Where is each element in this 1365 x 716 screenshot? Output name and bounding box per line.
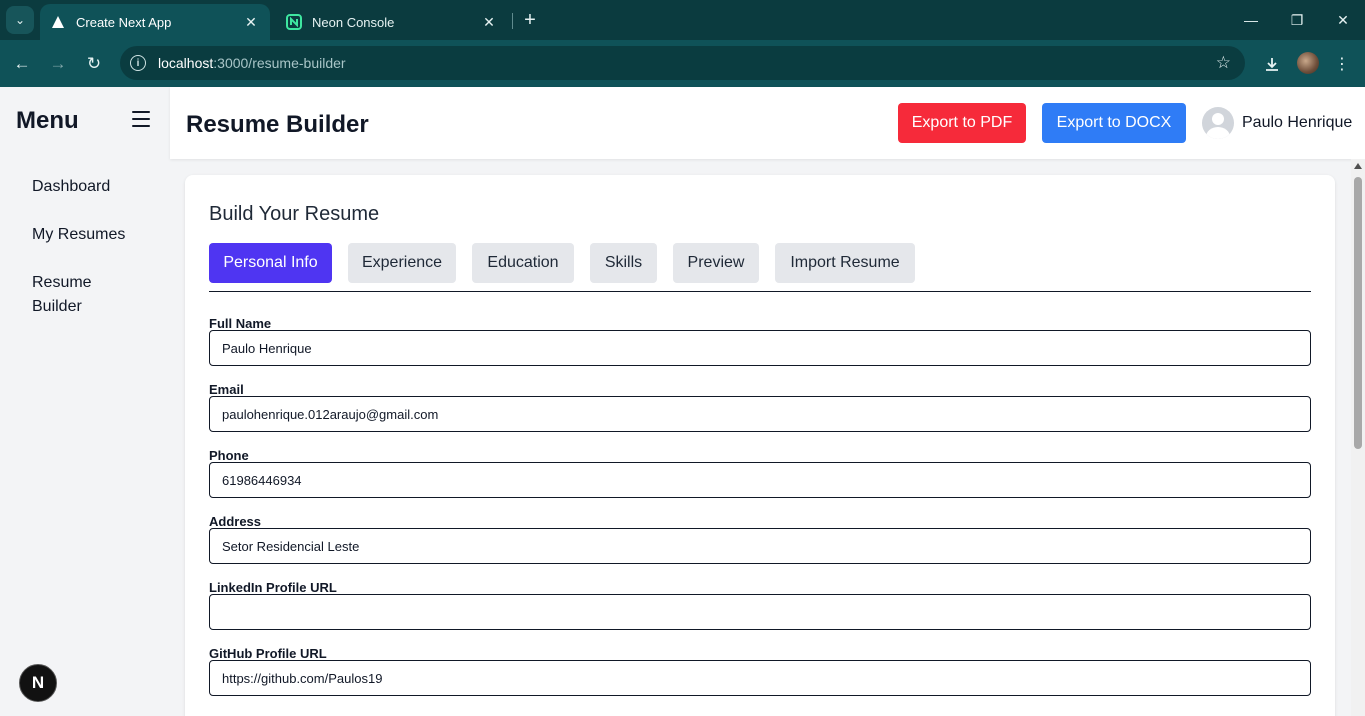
sidebar-item-dashboard[interactable]: Dashboard [32,175,152,199]
browser-tab-bar: ⌄ Create Next App ✕ Neon Console ✕ + — ❐… [0,0,1365,40]
download-icon[interactable] [1258,50,1286,78]
export-docx-button[interactable]: Export to DOCX [1042,103,1186,143]
tab-experience[interactable]: Experience [348,243,456,283]
window-close-icon[interactable]: ✕ [1320,6,1365,34]
forward-arrow-icon[interactable]: → [44,50,72,78]
full-name-input[interactable] [209,330,1311,366]
neon-favicon-icon [286,14,302,30]
tab-preview[interactable]: Preview [673,243,759,283]
hamburger-menu-icon[interactable] [132,111,150,127]
bookmark-star-icon[interactable]: ☆ [1216,53,1231,73]
sidebar: Menu Dashboard My Resumes Resume Builder [0,87,170,716]
address-input[interactable] [209,528,1311,564]
github-label: GitHub Profile URL [209,646,327,661]
tab-title: Neon Console [312,14,395,30]
tab-personal-info[interactable]: Personal Info [209,243,332,283]
site-info-icon[interactable]: i [130,55,146,71]
tab-skills[interactable]: Skills [590,243,657,283]
linkedin-label: LinkedIn Profile URL [209,580,337,595]
close-icon[interactable]: ✕ [480,14,498,31]
url-host: localhost [158,55,214,71]
resume-form-card: Build Your Resume Personal Info Experien… [185,175,1335,716]
scrollbar-thumb[interactable] [1354,177,1362,449]
url-path: :3000/resume-builder [213,55,346,71]
reload-icon[interactable]: ↻ [80,50,108,78]
tab-search-icon[interactable]: ⌄ [6,6,34,34]
phone-input[interactable] [209,462,1311,498]
phone-label: Phone [209,448,249,463]
back-arrow-icon[interactable]: ← [8,50,36,78]
address-label: Address [209,514,262,529]
nextjs-favicon-icon [50,14,66,30]
address-bar[interactable]: i localhost:3000/resume-builder ☆ [120,46,1245,80]
email-input[interactable] [209,396,1311,432]
browser-tab-active[interactable]: Create Next App ✕ [40,4,270,40]
user-avatar-icon[interactable] [1202,107,1234,139]
sidebar-title: Menu [16,107,79,134]
tab-title: Create Next App [76,14,172,30]
app-header: Resume Builder Export to PDF Export to D… [170,87,1365,159]
minimize-icon[interactable]: — [1228,6,1274,34]
form-title: Build Your Resume [209,203,380,225]
email-label: Email [209,382,244,397]
sidebar-item-my-resumes[interactable]: My Resumes [32,223,152,247]
page-scrollbar[interactable] [1351,159,1365,716]
scroll-up-arrow-icon[interactable] [1354,163,1362,169]
tab-import-resume[interactable]: Import Resume [775,243,915,283]
github-input[interactable] [209,660,1311,696]
close-icon[interactable]: ✕ [242,14,260,31]
user-name: Paulo Henrique [1242,114,1353,131]
nextjs-dev-badge-icon[interactable]: N [19,664,57,702]
page-title: Resume Builder [186,111,369,138]
form-tabs: Personal Info Experience Education Skill… [209,243,1311,292]
tab-divider [512,13,513,29]
full-name-label: Full Name [209,316,272,331]
browser-tab-inactive[interactable]: Neon Console ✕ [276,4,508,40]
new-tab-plus-icon[interactable]: + [518,8,542,32]
linkedin-input[interactable] [209,594,1311,630]
browser-profile-avatar[interactable] [1297,52,1319,74]
kebab-menu-icon[interactable]: ⋮ [1328,50,1356,78]
browser-toolbar: ← → ↻ i localhost:3000/resume-builder ☆ … [0,40,1365,87]
export-pdf-button[interactable]: Export to PDF [898,103,1026,143]
tab-education[interactable]: Education [472,243,574,283]
sidebar-item-resume-builder[interactable]: Resume Builder [32,271,112,319]
restore-icon[interactable]: ❐ [1274,6,1320,34]
